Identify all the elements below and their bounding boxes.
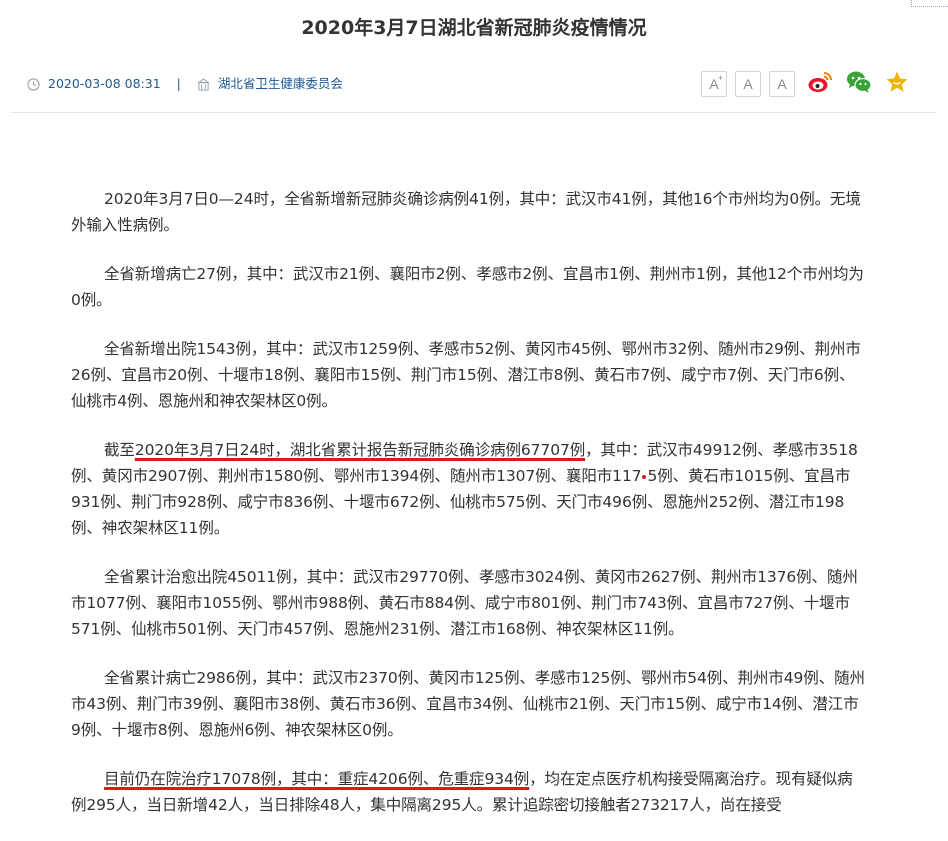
clock-icon (27, 77, 40, 91)
article-body: 2020年3月7日0—24时，全省新增新冠肺炎确诊病例41例，其中：武汉市41例… (71, 186, 867, 841)
paragraph-new-discharges: 全省新增出院1543例，其中：武汉市1259例、孝感市52例、黄冈市45例、鄂州… (71, 340, 861, 410)
article-meta-bar: 2020-03-08 08:31 | 湖北省卫生健康委员会 A + A A (11, 58, 936, 113)
font-reset-button[interactable]: A (735, 71, 761, 97)
article-meta: 2020-03-08 08:31 | 湖北省卫生健康委员会 (27, 75, 343, 93)
page-title: 2020年3月7日湖北省新冠肺炎疫情情况 (301, 16, 647, 39)
paragraph-cumulative-deaths: 全省累计病亡2986例，其中：武汉市2370例、黄冈市125例、孝感市125例、… (71, 669, 865, 739)
share-controls (807, 70, 909, 94)
paragraph-in-hospital: 目前仍在院治疗17078例，其中：重症4206例、危重症934例，均在定点医疗机… (71, 766, 867, 818)
weibo-icon[interactable] (807, 70, 833, 94)
font-larger-button[interactable]: A + (701, 71, 727, 97)
wechat-icon[interactable] (846, 70, 872, 94)
organization-icon (197, 77, 210, 91)
publish-date: 2020-03-08 08:31 (48, 76, 161, 91)
star-icon[interactable] (885, 70, 909, 94)
ink-mark (642, 474, 647, 479)
font-size-controls: A + A A (701, 71, 795, 97)
paragraph-cumulative-recovered: 全省累计治愈出院45011例，其中：武汉市29770例、孝感市3024例、黄冈市… (71, 568, 858, 638)
paragraph-new-cases: 2020年3月7日0—24时，全省新增新冠肺炎确诊病例41例，其中：武汉市41例… (71, 190, 861, 234)
highlighted-in-hospital: 目前仍在院治疗17078例，其中：重症4206例、危重症934例 (104, 770, 530, 788)
paragraph-new-deaths: 全省新增病亡27例，其中：武汉市21例、襄阳市2例、孝感市2例、宜昌市1例、荆州… (71, 265, 864, 309)
frame-corner (911, 0, 948, 7)
paragraph-cumulative-cases: 截至2020年3月7日24时，湖北省累计报告新冠肺炎确诊病例67707例，其中：… (71, 437, 867, 541)
article-source-link[interactable]: 湖北省卫生健康委员会 (218, 75, 343, 93)
paragraph-text: 截至 (104, 441, 135, 459)
meta-separator: | (176, 76, 181, 91)
font-smaller-button[interactable]: A (769, 71, 795, 97)
highlighted-total-cases: 2020年3月7日24时，湖北省累计报告新冠肺炎确诊病例67707例 (134, 441, 586, 459)
